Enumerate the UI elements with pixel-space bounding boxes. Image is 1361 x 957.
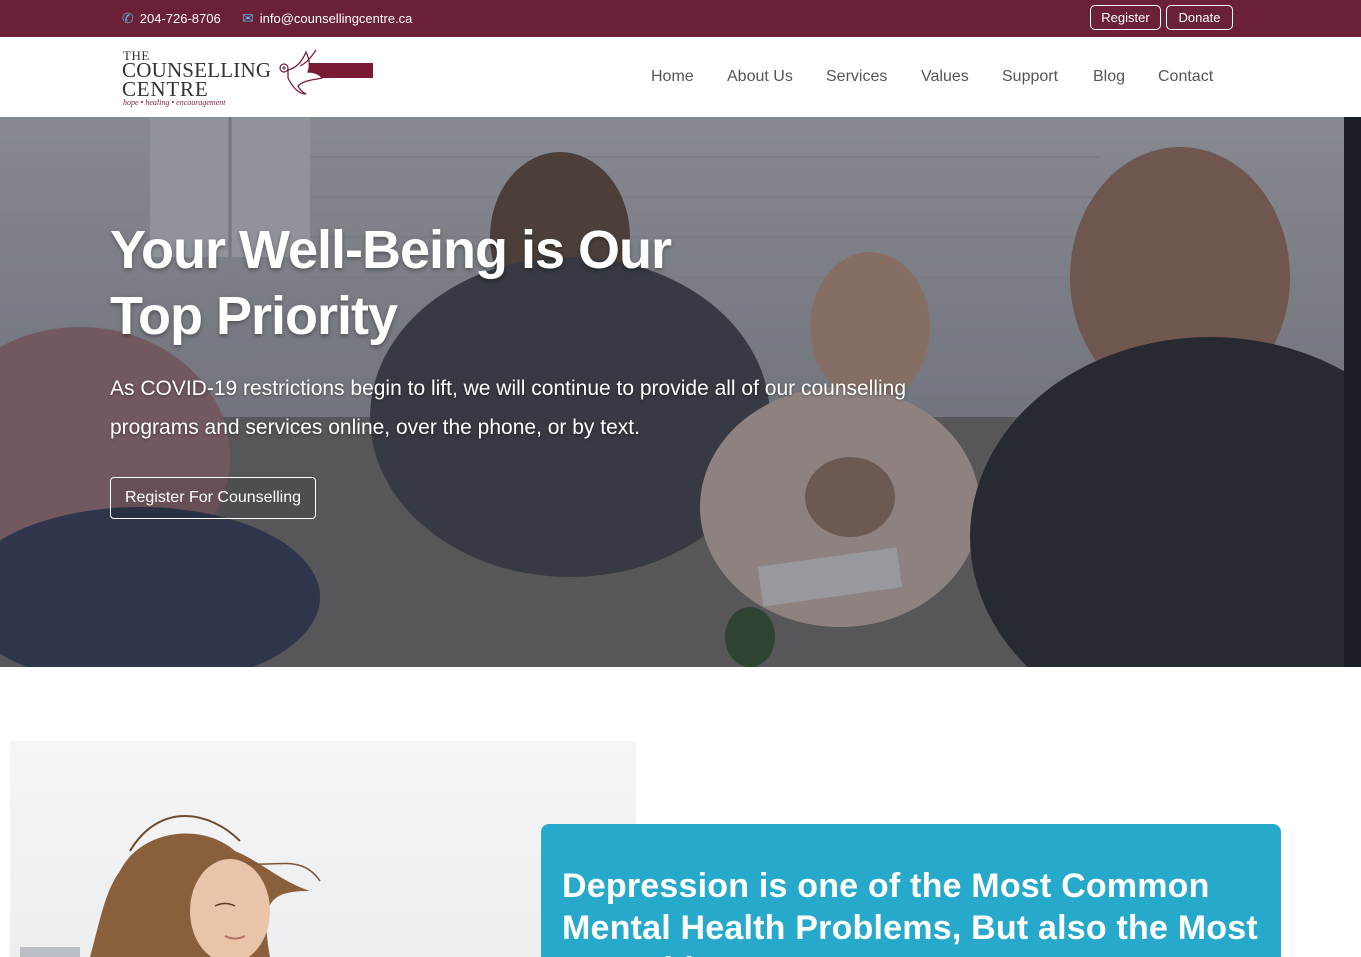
nav-contact[interactable]: Contact — [1158, 37, 1213, 117]
hero-section: Your Well-Being is Our Top Priority As C… — [0, 117, 1361, 667]
phone-link[interactable]: ✆ 204-726-8706 — [122, 0, 221, 37]
hero-text: As COVID-19 restrictions begin to lift, … — [110, 377, 907, 439]
email-address: info@counsellingcentre.ca — [259, 11, 413, 26]
register-for-counselling-button[interactable]: Register For Counselling — [110, 477, 316, 519]
depression-info-card: Depression is one of the Most Common Men… — [541, 824, 1281, 957]
depression-heading: Depression is one of the Most Common Men… — [562, 867, 1258, 957]
site-logo[interactable]: THE COUNSELLING CENTRE hope • healing • … — [122, 46, 374, 108]
envelope-icon: ✉ — [242, 10, 254, 26]
logo-tagline: hope • healing • encouragement — [123, 98, 226, 107]
hero-title: Your Well-Being is Our Top Priority — [110, 220, 672, 346]
nav-services[interactable]: Services — [826, 37, 887, 117]
nav-support[interactable]: Support — [1002, 37, 1058, 117]
site-header: THE COUNSELLING CENTRE hope • healing • … — [0, 37, 1361, 117]
phone-number: 204-726-8706 — [139, 11, 221, 26]
nav-blog[interactable]: Blog — [1093, 37, 1125, 117]
nav-values[interactable]: Values — [921, 37, 969, 117]
email-link[interactable]: ✉ info@counsellingcentre.ca — [242, 0, 412, 37]
nav-home[interactable]: Home — [651, 37, 694, 117]
nav-about-us[interactable]: About Us — [727, 37, 793, 117]
register-button[interactable]: Register — [1090, 5, 1161, 30]
dove-icon — [279, 49, 323, 95]
top-bar: ✆ 204-726-8706 ✉ info@counsellingcentre.… — [0, 0, 1361, 37]
donate-button[interactable]: Donate — [1166, 5, 1233, 30]
phone-icon: ✆ — [122, 10, 134, 26]
